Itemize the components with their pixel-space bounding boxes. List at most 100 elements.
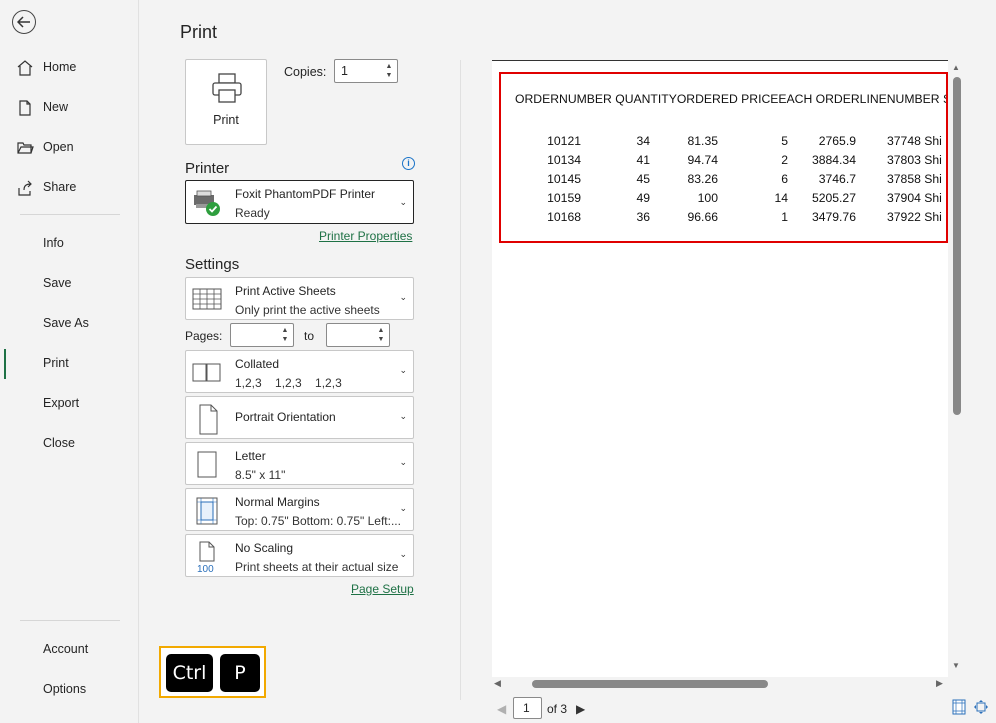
nav-export[interactable]: Export: [0, 388, 139, 418]
page-count-label: of 3: [547, 702, 568, 716]
backstage-nav: Home New Open Share Info Save Save As Pr…: [0, 0, 139, 723]
pages-label: Pages:: [185, 329, 223, 343]
scroll-right-icon[interactable]: ▶: [936, 678, 943, 689]
chevron-down-icon: ⌄: [399, 503, 407, 513]
stepper-arrows-icon[interactable]: ▲ ▼: [384, 62, 394, 80]
margins-option-desc: Top: 0.75" Bottom: 0.75" Left:...: [235, 514, 400, 528]
zoom-to-page-icon[interactable]: [973, 699, 989, 715]
scroll-up-icon[interactable]: ▲: [952, 63, 960, 72]
sheets-option-desc: Only print the active sheets: [235, 303, 380, 317]
print-button-label: Print: [213, 113, 239, 127]
margins-option-title: Normal Margins: [235, 495, 320, 509]
nav-account-label: Account: [43, 642, 89, 656]
p-key: P: [220, 654, 260, 692]
vertical-scroll-thumb[interactable]: [953, 77, 961, 415]
nav-home-label: Home: [43, 60, 77, 74]
open-folder-icon: [16, 139, 34, 157]
scaling-icon-text: 100: [197, 564, 214, 573]
printer-select[interactable]: Foxit PhantomPDF Printer Ready ⌄: [185, 180, 414, 224]
previous-page-icon[interactable]: ◀: [497, 702, 506, 716]
print-sheets-select[interactable]: Print Active Sheets Only print the activ…: [185, 277, 414, 320]
orientation-select[interactable]: Portrait Orientation ⌄: [185, 396, 414, 439]
nav-options-label: Options: [43, 682, 87, 696]
paper-size-select[interactable]: Letter 8.5" x 11" ⌄: [185, 442, 414, 485]
printer-status: Ready: [235, 206, 270, 220]
nav-divider: [20, 214, 120, 215]
no-scaling-icon: 100: [192, 541, 224, 575]
print-button[interactable]: Print: [185, 59, 267, 145]
collated-pages-icon: [192, 357, 224, 389]
settings-heading: Settings: [185, 256, 240, 273]
printer-name: Foxit PhantomPDF Printer: [235, 187, 376, 201]
nav-print[interactable]: Print: [0, 348, 139, 379]
nav-new[interactable]: New: [0, 92, 139, 122]
page-setup-link[interactable]: Page Setup: [351, 582, 414, 596]
nav-share[interactable]: Share: [0, 172, 139, 202]
nav-close[interactable]: Close: [0, 428, 139, 458]
page-number-input[interactable]: 1: [513, 697, 542, 719]
nav-save[interactable]: Save: [0, 268, 139, 298]
copies-label: Copies:: [284, 65, 327, 79]
collation-option-title: Collated: [235, 357, 280, 371]
back-arrow-icon[interactable]: [12, 10, 36, 34]
chevron-down-icon: ⌄: [399, 292, 407, 302]
nav-home[interactable]: Home: [0, 52, 139, 82]
highlight-box: [499, 72, 948, 243]
ctrl-key: Ctrl: [166, 654, 213, 692]
collation-option-desc: 1,2,3 1,2,3 1,2,3: [235, 376, 342, 390]
printer-ready-icon: [192, 187, 224, 219]
margins-icon: [192, 495, 224, 527]
new-document-icon: [16, 99, 34, 117]
scroll-left-icon[interactable]: ◀: [494, 678, 501, 689]
nav-open-label: Open: [43, 140, 74, 154]
paper-option-title: Letter: [235, 449, 266, 463]
collation-select[interactable]: Collated 1,2,3 1,2,3 1,2,3 ⌄: [185, 350, 414, 393]
nav-info-label: Info: [43, 236, 64, 250]
chevron-down-icon: ⌄: [399, 197, 407, 207]
portrait-page-icon: [192, 403, 224, 435]
scaling-option-title: No Scaling: [235, 541, 294, 555]
horizontal-scrollbar[interactable]: ◀ ▶: [492, 677, 948, 691]
nav-divider: [20, 620, 120, 621]
copies-stepper[interactable]: 1 ▲ ▼: [334, 59, 398, 83]
stepper-arrows-icon[interactable]: ▲ ▼: [280, 326, 290, 344]
chevron-down-icon: ⌄: [399, 411, 407, 421]
printer-heading: Printer: [185, 160, 230, 177]
nav-share-label: Share: [43, 180, 77, 194]
pages-to-label: to: [304, 329, 315, 343]
nav-account[interactable]: Account: [0, 634, 139, 664]
orientation-option-title: Portrait Orientation: [235, 410, 336, 424]
pages-from-input[interactable]: ▲ ▼: [230, 323, 294, 347]
printer-properties-link[interactable]: Printer Properties: [319, 229, 412, 243]
nav-new-label: New: [43, 100, 69, 114]
home-icon: [16, 59, 34, 77]
nav-print-label: Print: [43, 356, 69, 370]
scroll-down-icon[interactable]: ▼: [952, 661, 960, 670]
copies-value: 1: [341, 64, 348, 78]
nav-save-as[interactable]: Save As: [0, 308, 139, 338]
next-page-icon[interactable]: ▶: [576, 702, 585, 716]
show-margins-icon[interactable]: [951, 699, 967, 715]
nav-export-label: Export: [43, 396, 80, 410]
chevron-down-icon: ⌄: [399, 457, 407, 467]
panel-divider: [460, 60, 461, 700]
nav-info[interactable]: Info: [0, 228, 139, 258]
margins-select[interactable]: Normal Margins Top: 0.75" Bottom: 0.75" …: [185, 488, 414, 531]
info-icon[interactable]: i: [402, 157, 415, 170]
stepper-arrows-icon[interactable]: ▲ ▼: [376, 326, 386, 344]
nav-open[interactable]: Open: [0, 132, 139, 162]
paper-option-desc: 8.5" x 11": [235, 468, 286, 482]
page-title: Print: [180, 22, 218, 42]
printer-icon: [210, 72, 244, 104]
nav-save-as-label: Save As: [43, 316, 89, 330]
paper-size-icon: [192, 449, 224, 481]
scaling-select[interactable]: 100 No Scaling Print sheets at their act…: [185, 534, 414, 577]
sheets-option-title: Print Active Sheets: [235, 284, 336, 298]
horizontal-scroll-thumb[interactable]: [532, 680, 768, 688]
vertical-scrollbar[interactable]: ▲ ▼: [950, 60, 964, 677]
pages-to-input[interactable]: ▲ ▼: [326, 323, 390, 347]
sheet-grid-icon: [192, 284, 224, 316]
nav-options[interactable]: Options: [0, 674, 139, 704]
scaling-option-desc: Print sheets at their actual size: [235, 560, 399, 574]
chevron-down-icon: ⌄: [399, 549, 407, 559]
